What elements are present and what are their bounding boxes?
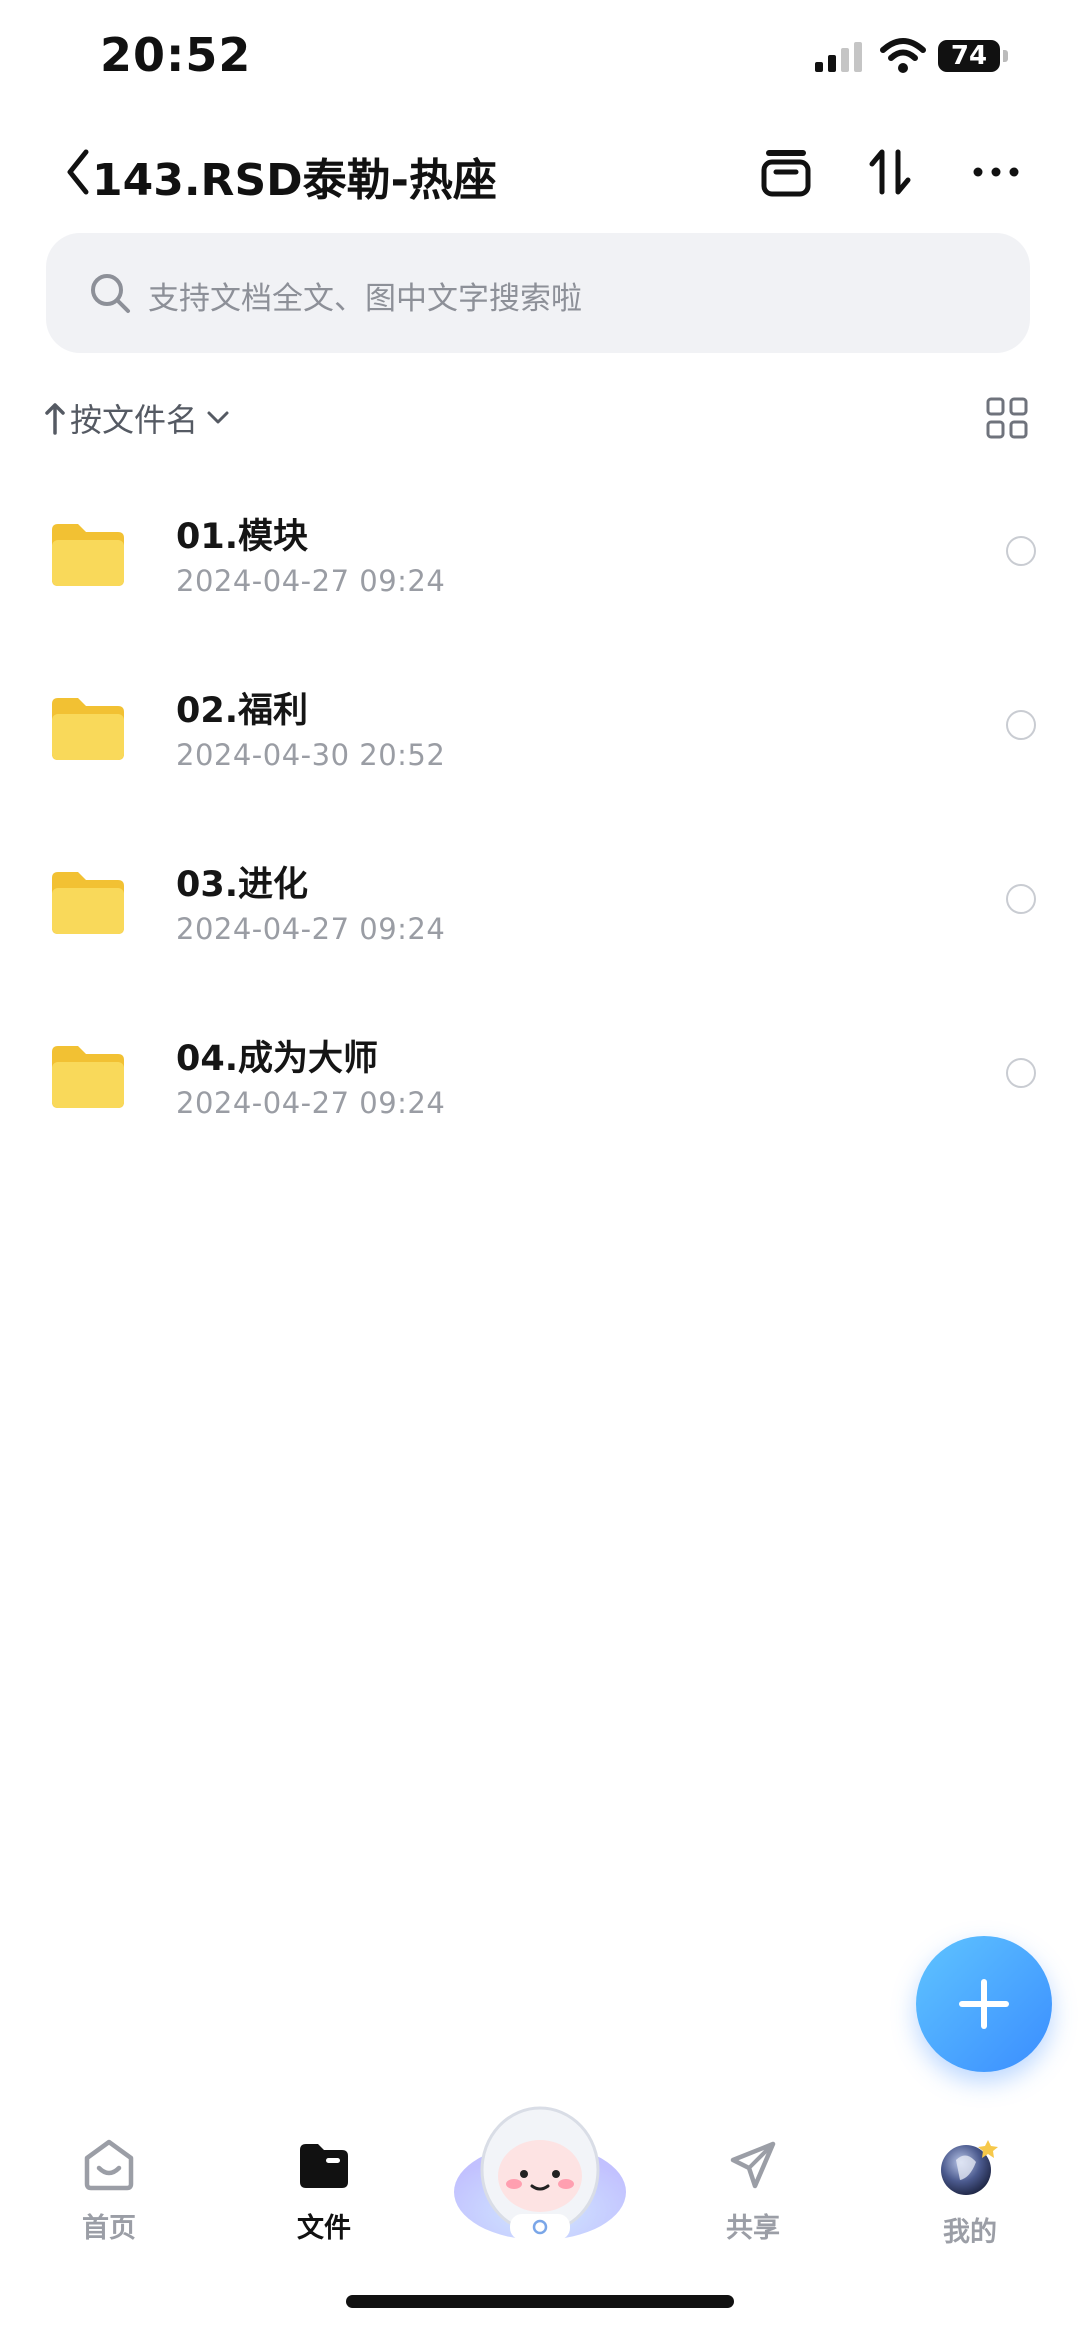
home-indicator: [346, 2295, 734, 2308]
top-nav-bar: 143.RSD泰勒-热座: [0, 130, 1080, 220]
wifi-icon: [880, 38, 926, 73]
bottom-tab-bar: 首页 文件 共享 我的: [0, 2080, 1080, 2260]
status-time: 20:52: [100, 28, 252, 82]
search-bar[interactable]: 支持文档全文、图中文字搜索啦: [46, 233, 1030, 353]
folder-icon: [52, 872, 124, 934]
file-date: 2024-04-27 09:24: [176, 912, 446, 946]
cellular-signal-icon: [815, 42, 862, 72]
battery-cap: [1003, 50, 1008, 62]
files-folder-icon: [300, 2144, 348, 2188]
send-arrow-icon: [730, 2141, 776, 2189]
more-options-icon[interactable]: [966, 142, 1026, 202]
list-item[interactable]: 02.福利 2024-04-30 20:52: [0, 644, 1080, 818]
file-name: 03.进化: [176, 865, 309, 905]
archive-box-icon[interactable]: [756, 142, 816, 202]
plus-icon: [959, 1979, 1009, 2029]
tab-mine[interactable]: 我的: [910, 2138, 1030, 2249]
file-date: 2024-04-27 09:24: [176, 564, 446, 598]
sort-selector[interactable]: 按文件名: [44, 390, 230, 446]
page-title: 143.RSD泰勒-热座: [92, 155, 497, 206]
tab-files-label: 文件: [297, 2213, 351, 2244]
folder-icon: [52, 1046, 124, 1108]
tab-mine-label: 我的: [943, 2217, 997, 2248]
file-date: 2024-04-30 20:52: [176, 738, 446, 772]
grid-view-icon[interactable]: [985, 396, 1029, 440]
tab-share[interactable]: 共享: [693, 2138, 813, 2245]
file-date: 2024-04-27 09:24: [176, 1086, 446, 1120]
folder-icon: [52, 524, 124, 586]
add-button[interactable]: [916, 1936, 1052, 2072]
file-name: 02.福利: [176, 691, 309, 731]
search-placeholder: 支持文档全文、图中文字搜索啦: [148, 281, 582, 317]
file-list: 01.模块 2024-04-27 09:24 02.福利 2024-04-30 …: [0, 470, 1080, 1166]
sort-label: 按文件名: [70, 401, 199, 439]
file-name: 04.成为大师: [176, 1039, 379, 1079]
sort-order-icon[interactable]: [860, 142, 920, 202]
search-icon: [91, 274, 130, 313]
list-item[interactable]: 03.进化 2024-04-27 09:24: [0, 818, 1080, 992]
avatar: [941, 2140, 998, 2195]
tab-home[interactable]: 首页: [49, 2138, 169, 2245]
select-checkbox[interactable]: [1006, 536, 1036, 566]
home-icon: [84, 2139, 134, 2191]
select-checkbox[interactable]: [1006, 710, 1036, 740]
list-item[interactable]: 01.模块 2024-04-27 09:24: [0, 470, 1080, 644]
folder-icon: [52, 698, 124, 760]
tab-files[interactable]: 文件: [264, 2138, 384, 2245]
battery-indicator: 74: [938, 40, 1000, 72]
select-checkbox[interactable]: [1006, 1058, 1036, 1088]
arrow-up-icon: [45, 403, 65, 435]
status-bar: 20:52 74: [0, 0, 1080, 120]
tab-share-label: 共享: [726, 2213, 780, 2244]
file-name: 01.模块: [176, 517, 309, 557]
tab-home-label: 首页: [82, 2213, 136, 2244]
mascot-assistant-icon[interactable]: [450, 2080, 630, 2250]
select-checkbox[interactable]: [1006, 884, 1036, 914]
chevron-down-icon: [207, 411, 229, 424]
list-item[interactable]: 04.成为大师 2024-04-27 09:24: [0, 992, 1080, 1166]
